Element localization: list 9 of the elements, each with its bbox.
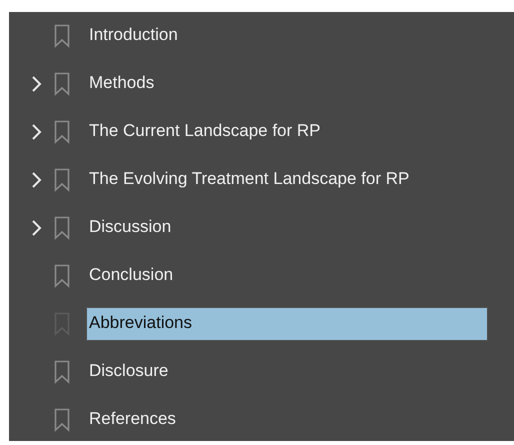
bookmark-item[interactable]: Disclosure [87, 356, 170, 388]
bookmark-item[interactable]: Discussion [87, 212, 174, 244]
bookmark-item[interactable]: The Current Landscape for RP [87, 116, 323, 148]
bookmark-item[interactable]: References [87, 404, 178, 436]
bookmark-item[interactable]: Methods [87, 68, 156, 100]
bookmark-item[interactable]: Introduction [87, 20, 180, 52]
bookmark-item[interactable]: Abbreviations [87, 308, 487, 340]
bookmark-item[interactable]: Conclusion [87, 260, 176, 292]
bookmark-item[interactable]: The Evolving Treatment Landscape for RP [87, 164, 412, 196]
